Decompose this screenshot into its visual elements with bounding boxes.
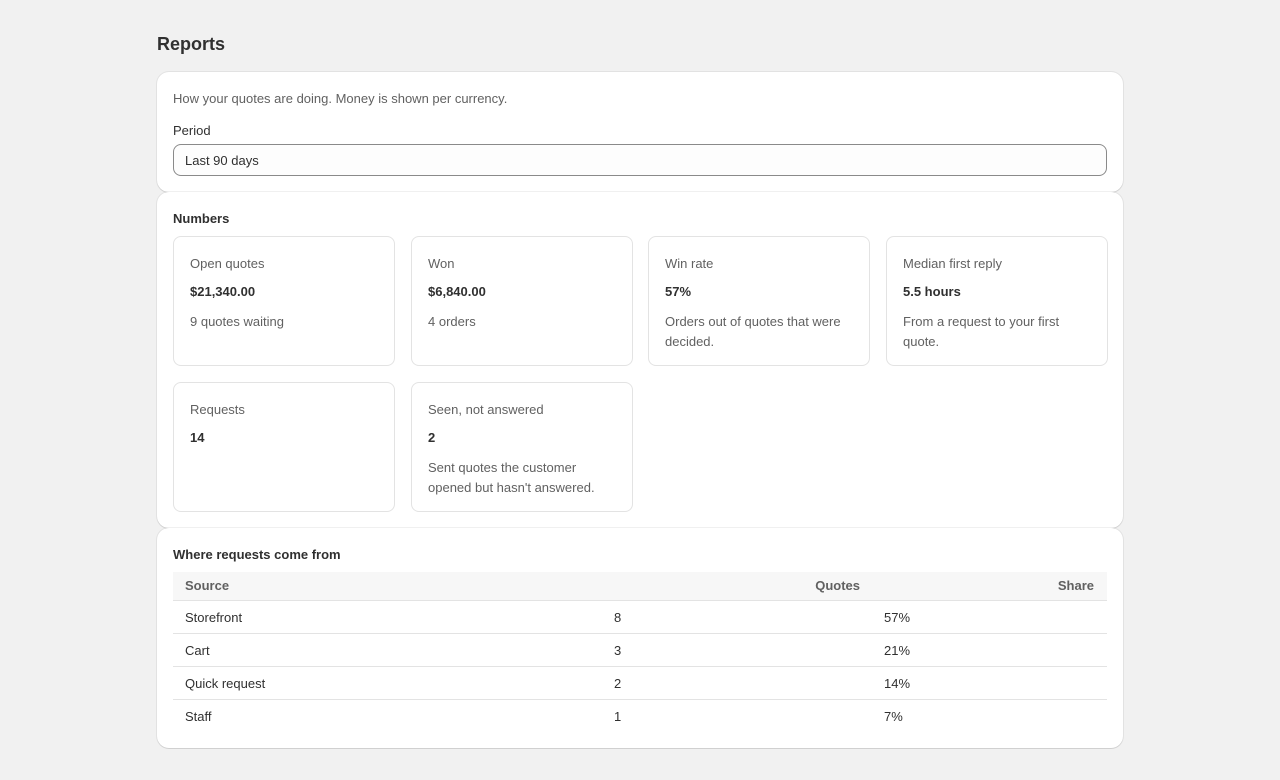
cell-source: Storefront — [185, 610, 243, 625]
metric-value: 2 — [428, 430, 436, 445]
numbers-card: Numbers Open quotes $21,340.00 9 quotes … — [157, 192, 1123, 528]
column-header-source: Source — [185, 578, 230, 593]
column-header-quotes: Quotes — [815, 578, 860, 593]
metric-note: Sent quotes the customer opened but hasn… — [428, 460, 595, 495]
cell-share: 57% — [884, 610, 911, 625]
metric-label: Requests — [190, 402, 245, 417]
cell-quotes: 3 — [614, 643, 622, 658]
metric-label: Win rate — [665, 256, 714, 271]
metric-value: 57% — [665, 284, 692, 299]
metric-label: Won — [428, 256, 455, 271]
sources-heading: Where requests come from — [173, 547, 341, 562]
metric-label: Median first reply — [903, 256, 1002, 271]
metric-note: Orders out of quotes that were decided. — [665, 314, 841, 349]
metric-won: Won $6,840.00 4 orders — [411, 236, 633, 366]
table-row: Storefront 8 57% — [173, 601, 1107, 634]
page-title: Reports — [157, 34, 226, 54]
cell-share: 21% — [884, 643, 911, 658]
sources-card: Where requests come from Source Quotes S… — [157, 528, 1123, 748]
column-header-share: Share — [1057, 578, 1094, 593]
period-select[interactable]: Last 90 days — [173, 144, 1107, 176]
table-row: Quick request 2 14% — [173, 667, 1107, 700]
metric-requests: Requests 14 — [173, 382, 395, 512]
metric-label: Seen, not answered — [428, 402, 544, 417]
metric-value: 5.5 hours — [903, 284, 961, 299]
period-card: How your quotes are doing. Money is show… — [157, 72, 1123, 192]
metric-label: Open quotes — [190, 256, 265, 271]
cell-source: Staff — [185, 709, 212, 724]
cell-share: 7% — [884, 709, 903, 724]
metric-median-first-reply: Median first reply 5.5 hours From a requ… — [886, 236, 1108, 366]
metric-note: From a request to your first quote. — [903, 314, 1060, 349]
cell-quotes: 1 — [614, 709, 622, 724]
cell-source: Cart — [185, 643, 210, 658]
sources-table: Source Quotes Share Storefront 8 57% Car… — [173, 572, 1107, 733]
metric-open-quotes: Open quotes $21,340.00 9 quotes waiting — [173, 236, 395, 366]
cell-quotes: 8 — [614, 610, 622, 625]
metric-win-rate: Win rate 57% Orders out of quotes that w… — [648, 236, 870, 366]
metric-value: $21,340.00 — [190, 284, 256, 299]
cell-quotes: 2 — [614, 676, 622, 691]
metric-value: $6,840.00 — [428, 284, 486, 299]
period-label: Period — [173, 123, 211, 138]
numbers-heading: Numbers — [173, 211, 230, 226]
table-row: Staff 1 7% — [173, 700, 1107, 733]
metric-value: 14 — [190, 430, 205, 445]
metric-note: 9 quotes waiting — [190, 314, 284, 329]
metric-note: 4 orders — [428, 314, 476, 329]
metric-seen-not-answered: Seen, not answered 2 Sent quotes the cus… — [411, 382, 633, 512]
cell-source: Quick request — [185, 676, 266, 691]
cell-share: 14% — [884, 676, 911, 691]
table-header: Source Quotes Share — [173, 572, 1107, 601]
intro-text: How your quotes are doing. Money is show… — [173, 91, 508, 106]
period-select-value: Last 90 days — [185, 153, 259, 168]
table-row: Cart 3 21% — [173, 634, 1107, 667]
